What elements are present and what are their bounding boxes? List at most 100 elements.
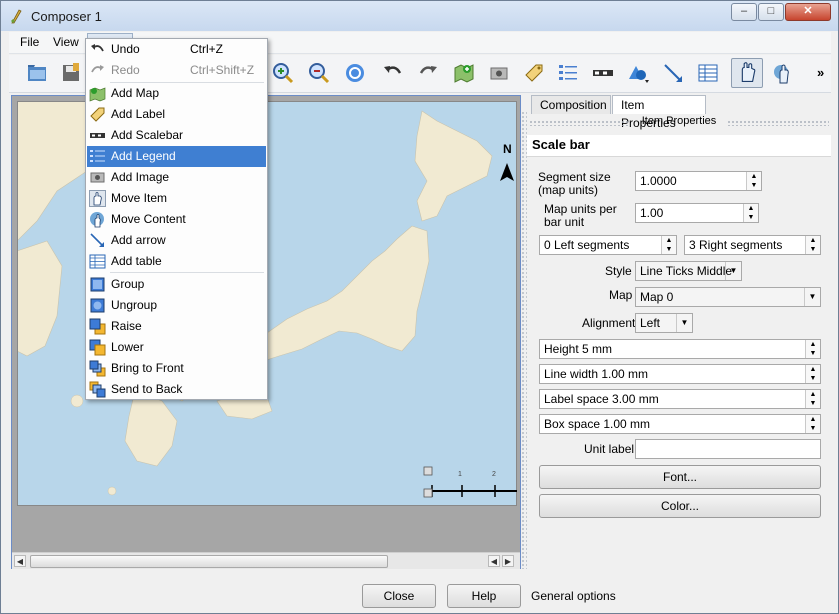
zoom-in-icon[interactable] (271, 61, 295, 85)
box-space-value: Box space 1.00 mm (544, 417, 651, 431)
add-legend-toolbar-icon[interactable] (556, 61, 580, 85)
tab-item-properties[interactable]: Item Properties (612, 95, 706, 130)
add-shape-toolbar-icon[interactable] (626, 61, 650, 85)
add-legend-icon (90, 150, 105, 162)
chevron-down-icon: ▼ (676, 314, 692, 332)
right-segments-field[interactable]: 3 Right segments ▲ ▼ (684, 235, 821, 255)
close-window-button[interactable]: ✕ (785, 3, 831, 21)
scroll-left-arrow[interactable]: ◀ (14, 555, 26, 567)
toolbar-overflow-icon[interactable]: » (817, 65, 824, 80)
redo-toolbar-icon[interactable] (416, 61, 440, 85)
menu-item-label: Add Map (111, 86, 160, 100)
label-space-field[interactable]: Label space 3.00 mm ▲ ▼ (539, 389, 821, 409)
status-text: General options (531, 589, 616, 603)
segment-size-field[interactable]: 1.0000 ▲ ▼ (635, 171, 762, 191)
segment-size-label: Segment size (map units) (538, 170, 611, 197)
menu-item-label: Add Scalebar (111, 128, 184, 142)
left-segments-field[interactable]: 0 Left segments ▲ ▼ (539, 235, 677, 255)
menu-item-move-content[interactable]: Move Content (87, 209, 266, 230)
chevron-down-icon: ▼ (725, 262, 741, 280)
menu-item-group[interactable]: Group (87, 274, 266, 295)
tab-composition[interactable]: Composition (531, 95, 611, 114)
horizontal-scrollbar[interactable]: ◀ ◀ ▶ (12, 552, 520, 569)
open-template-icon[interactable] (25, 61, 49, 85)
menu-file[interactable]: File (13, 35, 46, 49)
menu-item-label: Raise (111, 319, 142, 333)
font-button[interactable]: Font... (539, 465, 821, 489)
menu-item-add-image[interactable]: Add Image (87, 167, 266, 188)
spin-arrows-icon[interactable]: ▲ ▼ (805, 365, 820, 383)
send-to-back-icon (89, 381, 106, 398)
menu-item-add-scalebar[interactable]: Add Scalebar (87, 125, 266, 146)
alignment-label: Alignment (582, 316, 636, 330)
menu-item-send-to-back[interactable]: Send to Back (87, 379, 266, 400)
add-image-toolbar-icon[interactable] (487, 61, 511, 85)
add-table-icon (89, 254, 106, 269)
menu-item-label: Add Image (111, 170, 170, 184)
add-map-toolbar-icon[interactable] (452, 61, 476, 85)
spin-arrows-icon[interactable]: ▲ ▼ (746, 172, 761, 190)
select-move-item-icon[interactable] (731, 58, 763, 88)
menu-item-label: Add Label (111, 107, 166, 121)
edit-menu: Undo Ctrl+Z Redo Ctrl+Shift+Z Add Map Ad… (85, 38, 268, 400)
close-button[interactable]: Close (362, 584, 436, 608)
scroll-right-arrow[interactable]: ◀ (488, 555, 500, 567)
menu-item-lower[interactable]: Lower (87, 337, 266, 358)
spin-arrows-icon[interactable]: ▲ ▼ (661, 236, 676, 254)
refresh-icon[interactable] (343, 61, 367, 85)
menu-item-add-label[interactable]: Add Label (87, 104, 266, 125)
menu-item-bring-to-front[interactable]: Bring to Front (87, 358, 266, 379)
map-select[interactable]: Map 0 ▼ (635, 287, 821, 307)
map-units-field[interactable]: 1.00 ▲ ▼ (635, 203, 759, 223)
menu-item-label: Move Item (111, 191, 168, 205)
spin-arrows-icon[interactable]: ▲ ▼ (805, 390, 820, 408)
menu-item-label: Ungroup (111, 298, 158, 312)
zoom-out-icon[interactable] (307, 61, 331, 85)
undo-toolbar-icon[interactable] (381, 61, 405, 85)
spin-arrows-icon[interactable]: ▲ ▼ (743, 204, 758, 222)
maximize-button[interactable]: □ (758, 3, 784, 21)
menu-item-label: Group (111, 277, 145, 291)
bottom-bar: Close Help General options (9, 581, 831, 609)
style-select[interactable]: Line Ticks Middle ▼ (635, 261, 742, 281)
move-content-toolbar-icon[interactable] (771, 61, 795, 85)
menu-item-undo[interactable]: Undo Ctrl+Z (87, 39, 266, 60)
add-arrow-toolbar-icon[interactable] (661, 61, 685, 85)
unit-label-input[interactable] (635, 439, 821, 459)
color-button[interactable]: Color... (539, 494, 821, 518)
help-button[interactable]: Help (447, 584, 521, 608)
add-label-toolbar-icon[interactable] (522, 61, 546, 85)
line-width-value: Line width 1.00 mm (544, 367, 649, 381)
menu-item-label: Undo (111, 42, 140, 56)
add-scalebar-toolbar-icon[interactable] (591, 61, 615, 85)
menu-item-add-legend[interactable]: Add Legend (87, 146, 266, 167)
menu-item-label: Send to Back (111, 382, 183, 396)
scalebar-tick-label: 2 (492, 471, 496, 478)
menu-item-move-item[interactable]: Move Item (87, 188, 266, 209)
menu-item-ungroup[interactable]: Ungroup (87, 295, 266, 316)
menu-item-add-table[interactable]: Add table (87, 251, 266, 272)
scroll-thumb[interactable] (30, 555, 388, 568)
alignment-value: Left (640, 316, 661, 330)
map-units-label: Map units per bar unit (544, 202, 617, 229)
minimize-button[interactable]: – (731, 3, 757, 21)
menu-item-add-map[interactable]: Add Map (87, 83, 266, 104)
save-template-icon[interactable] (59, 61, 83, 85)
box-space-field[interactable]: Box space 1.00 mm ▲ ▼ (539, 414, 821, 434)
height-field[interactable]: Height 5 mm ▲ ▼ (539, 339, 821, 359)
menu-item-label: Add table (111, 254, 162, 268)
menu-item-raise[interactable]: Raise (87, 316, 266, 337)
title-bar: Composer 1 – □ ✕ (1, 1, 838, 31)
scroll-right-arrow-2[interactable]: ▶ (502, 555, 514, 567)
spin-arrows-icon[interactable]: ▲ ▼ (805, 340, 820, 358)
add-table-toolbar-icon[interactable] (696, 61, 720, 85)
menu-view[interactable]: View (46, 35, 86, 49)
menu-item-label: Move Content (111, 212, 186, 226)
item-properties-panel: Composition Item Properties Item Propert… (527, 95, 831, 571)
alignment-select[interactable]: Left ▼ (635, 313, 693, 333)
spin-arrows-icon[interactable]: ▲ ▼ (805, 415, 820, 433)
menu-item-redo[interactable]: Redo Ctrl+Shift+Z (87, 60, 266, 81)
line-width-field[interactable]: Line width 1.00 mm ▲ ▼ (539, 364, 821, 384)
menu-item-add-arrow[interactable]: Add arrow (87, 230, 266, 251)
spin-arrows-icon[interactable]: ▲ ▼ (805, 236, 820, 254)
